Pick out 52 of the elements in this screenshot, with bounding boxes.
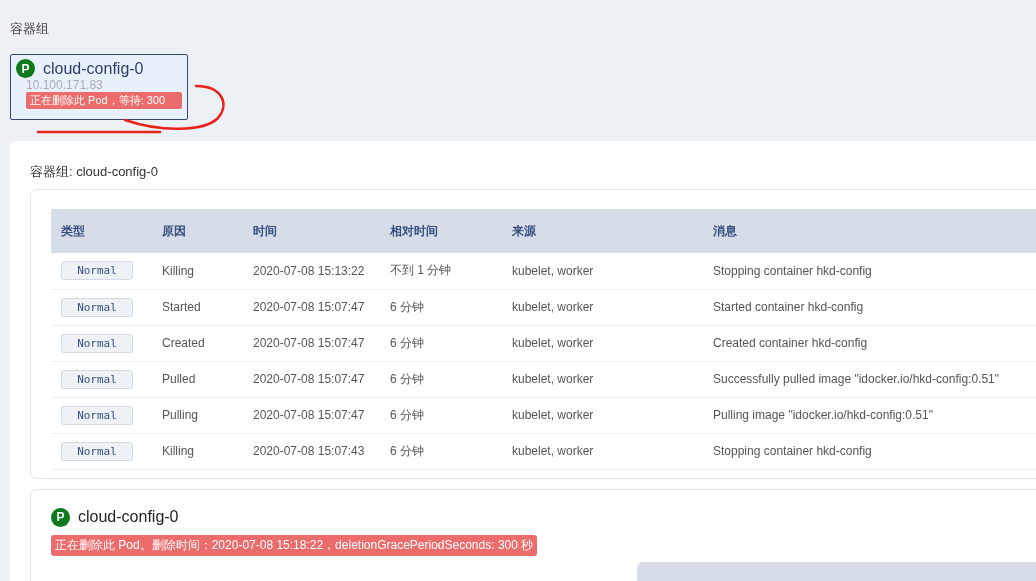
table-cell: 2020-07-08 15:07:43 [253, 444, 365, 458]
table-cell: Pulled [162, 372, 196, 386]
table-cell: 2020-07-08 15:07:47 [253, 408, 365, 422]
table-cell: 2020-07-08 15:07:47 [253, 336, 365, 350]
table-cell: Killing [162, 444, 194, 458]
table-cell: Created [162, 336, 205, 350]
status-badge: 正在删除此 Pod。删除时间：2020-07-08 15:18:22，deletionGracePeriodSeconds: 300 秒 [51, 534, 538, 556]
table-cell: kubelet, worker [512, 444, 594, 458]
table-cell: kubelet, worker [512, 408, 594, 422]
type-tag: Normal [61, 261, 133, 281]
table-cell: Pulling image "idocker.io/hkd-config:0.51" [713, 408, 933, 422]
table-cell: 6 分钟 [390, 443, 424, 458]
type-tag: Normal [61, 333, 133, 353]
status-badge: 正在删除此 Pod，等待: 300 [26, 92, 182, 109]
column-header: 消息 [713, 223, 737, 238]
column-header: 原因 [162, 223, 186, 238]
table-cell: kubelet, worker [512, 263, 594, 278]
pod-name: cloud-config-0 [43, 59, 144, 78]
column-header: 来源 [512, 223, 536, 238]
column-header: 类型 [61, 223, 85, 238]
table-cell: 6 分钟 [390, 407, 424, 422]
table-cell: kubelet, worker [512, 372, 594, 386]
table-cell: 6 分钟 [390, 299, 424, 314]
column-header: 时间 [253, 223, 277, 238]
phase-icon: P [16, 59, 35, 78]
table-cell: Started [162, 300, 201, 314]
table-cell: 2020-07-08 15:07:47 [253, 372, 365, 386]
type-tag: Normal [61, 405, 133, 425]
panel-title: 容器组: cloud-config-0 [30, 163, 159, 181]
table-cell: Pulling [162, 408, 199, 422]
table-cell: Started container hkd-config [713, 300, 864, 314]
type-tag: Normal [61, 369, 133, 389]
table-cell: kubelet, worker [512, 300, 594, 314]
table-cell: Killing [162, 263, 194, 278]
phase-icon: P [51, 507, 70, 527]
table-cell: 不到 1 分钟 [390, 263, 452, 278]
type-tag: Normal [61, 297, 133, 317]
type-tag: Normal [61, 441, 133, 461]
table-cell: Stopping container hkd-config [713, 444, 872, 458]
pod-ip: 10.100.171.83 [26, 78, 104, 92]
table-cell: Successfully pulled image "idocker.io/hkd-config:0.51" [713, 372, 999, 386]
table-cell: Stopping container hkd-config [713, 263, 872, 278]
column-header: 相对时间 [390, 223, 438, 238]
section-title: 容器组 [10, 20, 50, 38]
table-cell: 6 分钟 [390, 371, 424, 386]
pod-card[interactable]: P cloud-config-0 10.100.171.83 正在删除此 Pod，等待: 300 [10, 54, 188, 120]
table-cell: kubelet, worker [512, 336, 594, 350]
pod-name: cloud-config-0 [78, 508, 179, 526]
table-cell: Created container hkd-config [713, 336, 868, 350]
table-cell: 2020-07-08 15:07:47 [253, 300, 365, 314]
table-cell: 2020-07-08 15:13:22 [253, 263, 365, 278]
table-cell: 6 分钟 [390, 335, 424, 350]
